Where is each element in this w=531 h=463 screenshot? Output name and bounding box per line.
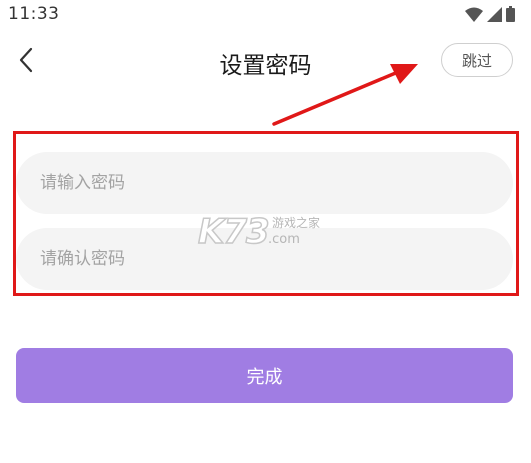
wifi-icon — [465, 7, 483, 22]
skip-button[interactable]: 跳过 — [441, 43, 513, 77]
annotation-arrow — [272, 64, 418, 126]
cellular-signal-icon — [487, 6, 502, 22]
confirm-password-input[interactable] — [16, 228, 513, 290]
status-icons — [465, 6, 515, 22]
password-input[interactable] — [16, 152, 513, 214]
done-button[interactable]: 完成 — [16, 348, 513, 403]
title-bar: 设置密码 跳过 — [0, 36, 531, 86]
status-bar: 11:33 — [0, 0, 531, 30]
battery-icon — [506, 6, 515, 22]
status-time: 11:33 — [8, 4, 60, 24]
